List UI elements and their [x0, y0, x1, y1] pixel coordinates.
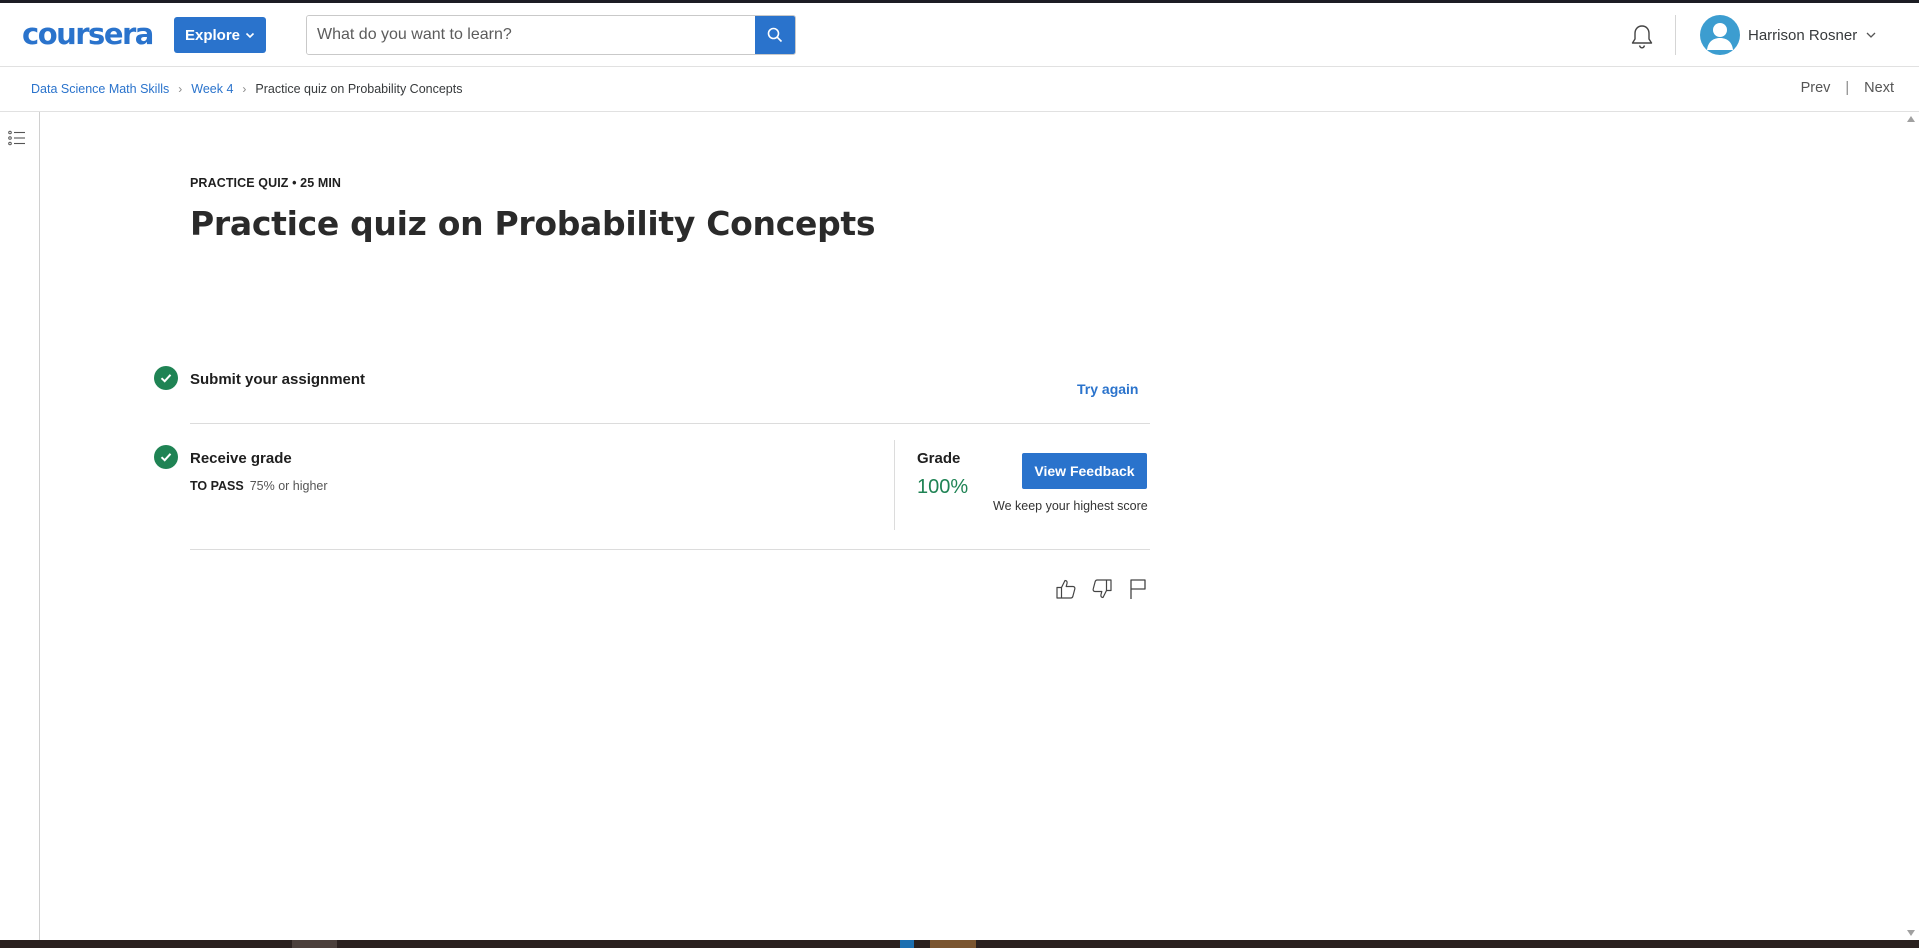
to-pass-label: TO PASS	[190, 479, 244, 493]
submit-step-title: Submit your assignment	[190, 371, 366, 388]
chevron-right-icon: ›	[178, 82, 183, 96]
divider	[190, 423, 1150, 424]
breadcrumb-week[interactable]: Week 4	[191, 82, 233, 96]
scroll-down-arrow[interactable]	[1907, 930, 1915, 936]
left-rail	[0, 112, 40, 940]
to-pass-value: 75% or higher	[249, 479, 328, 493]
chevron-right-icon: ›	[242, 82, 247, 96]
taskbar-item[interactable]	[930, 940, 976, 948]
scroll-up-arrow[interactable]	[1907, 116, 1915, 122]
breadcrumb-bar: Data Science Math Skills › Week 4 › Prac…	[0, 67, 1919, 112]
avatar	[1700, 15, 1740, 55]
explore-label: Explore	[184, 26, 241, 44]
pass-requirement: TO PASS 75% or higher	[190, 479, 328, 493]
nav-separator: |	[1845, 80, 1850, 96]
breadcrumb-course[interactable]: Data Science Math Skills	[31, 82, 169, 96]
top-header: coursera Explore Harrison Rosner	[0, 3, 1919, 67]
grade-label: Grade	[917, 450, 961, 467]
page-title: Practice quiz on Probability Concepts	[190, 204, 876, 243]
user-menu[interactable]: Harrison Rosner	[1700, 14, 1877, 56]
item-type-label: PRACTICE QUIZ • 25 MIN	[190, 176, 342, 190]
thumbs-up-icon[interactable]	[1053, 576, 1079, 602]
search-input[interactable]	[307, 16, 755, 54]
prev-link[interactable]: Prev	[1801, 80, 1831, 96]
taskbar-item[interactable]	[292, 940, 337, 948]
receive-step-title: Receive grade	[190, 450, 292, 467]
scrollbar[interactable]	[1902, 112, 1919, 940]
breadcrumb: Data Science Math Skills › Week 4 › Prac…	[31, 82, 462, 96]
search-bar	[306, 15, 796, 55]
try-again-button[interactable]: Try again	[1077, 381, 1138, 397]
breadcrumb-current: Practice quiz on Probability Concepts	[255, 82, 463, 96]
grade-value: 100%	[917, 476, 969, 498]
search-icon	[767, 27, 783, 43]
chevron-down-icon	[1866, 32, 1876, 38]
coursera-logo[interactable]: coursera	[22, 17, 154, 51]
feedback-icons	[1053, 576, 1151, 602]
bell-icon[interactable]	[1630, 24, 1654, 50]
check-icon	[154, 366, 178, 390]
chevron-down-icon	[245, 32, 255, 39]
grade-divider	[894, 440, 895, 530]
explore-button[interactable]: Explore	[174, 17, 266, 53]
highest-score-note: We keep your highest score	[993, 499, 1148, 513]
check-icon	[154, 445, 178, 469]
user-name: Harrison Rosner	[1748, 26, 1858, 44]
flag-icon[interactable]	[1125, 576, 1151, 602]
next-link[interactable]: Next	[1864, 80, 1894, 96]
divider	[190, 549, 1150, 550]
prev-next-nav: Prev | Next	[1801, 80, 1894, 96]
avatar-icon	[1707, 23, 1733, 50]
list-icon[interactable]	[8, 130, 26, 146]
search-button[interactable]	[755, 16, 795, 54]
view-feedback-button[interactable]: View Feedback	[1022, 453, 1147, 489]
taskbar-item[interactable]	[900, 940, 914, 948]
header-divider	[1675, 15, 1676, 55]
thumbs-down-icon[interactable]	[1089, 576, 1115, 602]
